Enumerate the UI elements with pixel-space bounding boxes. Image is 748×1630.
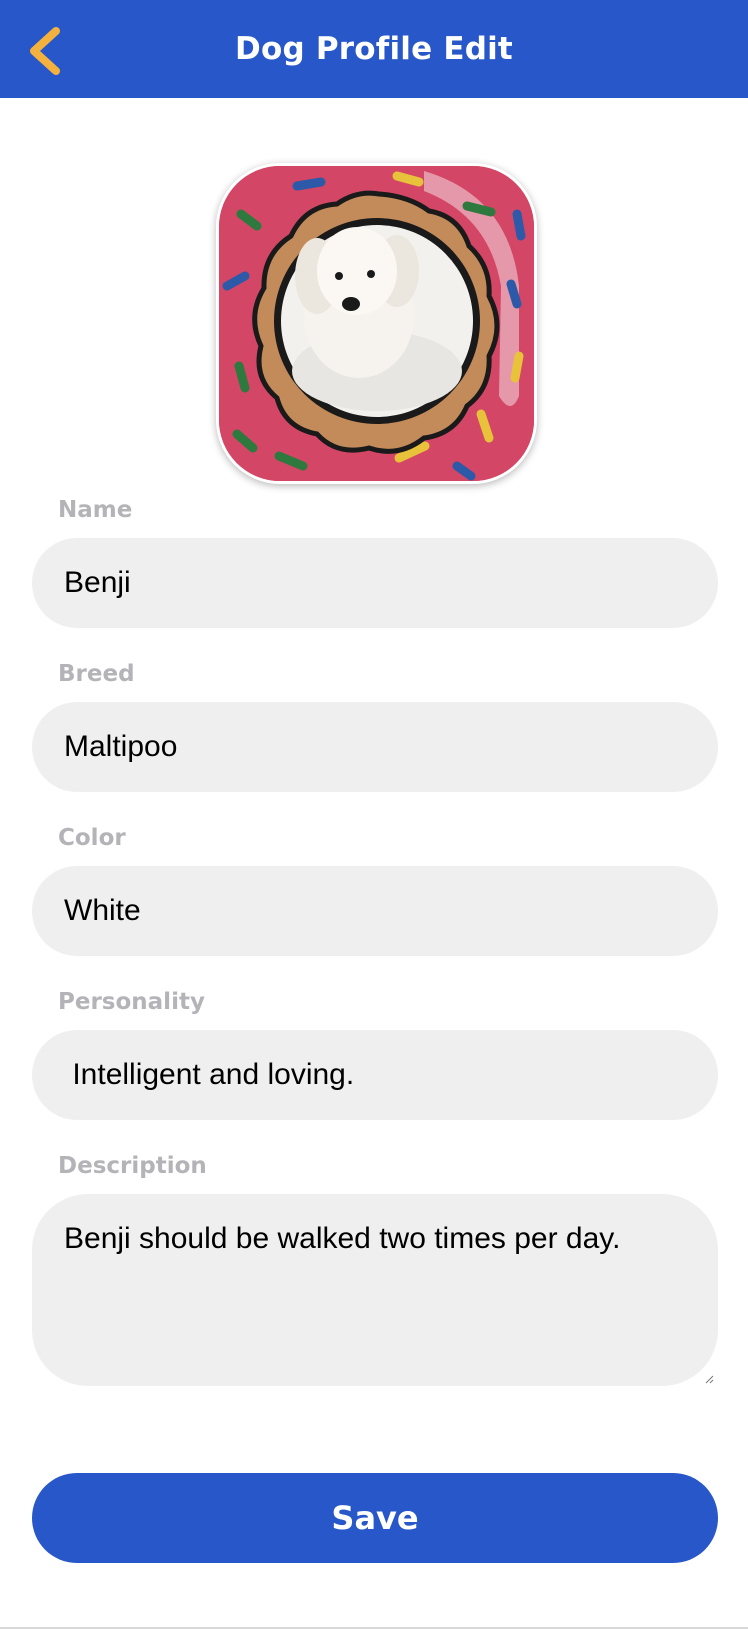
color-input-value: White (64, 894, 141, 927)
name-input[interactable]: Benji (32, 538, 718, 628)
breed-label: Breed (58, 661, 135, 687)
dog-profile-photo[interactable] (216, 163, 537, 484)
dog-profile-edit-screen: Dog Profile Edit Name Benji Breed Maltip… (0, 0, 748, 1630)
color-input[interactable]: White (32, 866, 718, 956)
name-input-value: Benji (64, 566, 131, 599)
name-label: Name (58, 497, 133, 523)
resize-handle-icon[interactable] (704, 1374, 714, 1384)
save-button-label: Save (331, 1499, 419, 1537)
save-button[interactable]: Save (32, 1473, 718, 1563)
description-label: Description (58, 1153, 207, 1179)
bottom-divider (0, 1627, 748, 1629)
color-label: Color (58, 825, 126, 851)
personality-input[interactable]: Intelligent and loving. (32, 1030, 718, 1120)
page-title: Dog Profile Edit (235, 31, 513, 67)
breed-input[interactable]: Maltipoo (32, 702, 718, 792)
description-textarea-value: Benji should be walked two times per day… (64, 1222, 621, 1255)
chevron-left-icon (30, 27, 60, 75)
personality-label: Personality (58, 989, 205, 1015)
description-textarea[interactable]: Benji should be walked two times per day… (32, 1194, 718, 1386)
breed-input-value: Maltipoo (64, 730, 178, 763)
back-button[interactable] (20, 24, 68, 78)
dog-photo (219, 166, 534, 481)
header-bar: Dog Profile Edit (0, 0, 748, 98)
personality-input-value: Intelligent and loving. (64, 1058, 355, 1091)
